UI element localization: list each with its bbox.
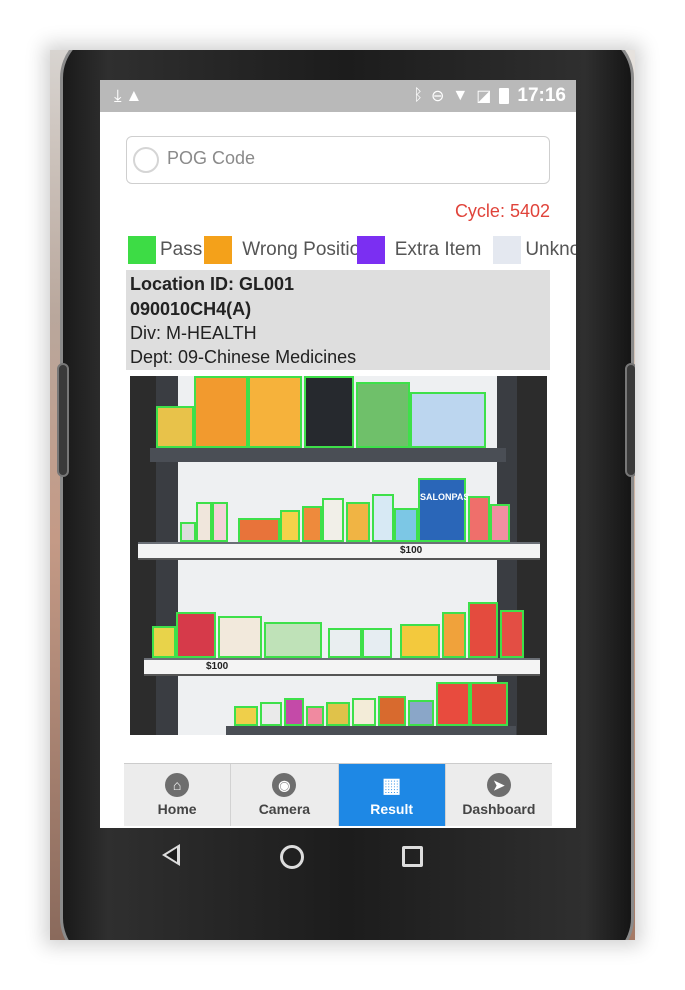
- bottom-navigation: ⌂ Home ◉ Camera ▦ Result ➤ Dashboard: [124, 763, 552, 826]
- legend-swatch-unknown: [493, 236, 522, 264]
- legend-label-wrong-position: Wrong Position: [242, 239, 371, 260]
- legend-label-pass: Pass: [160, 239, 203, 260]
- shelf-board: [150, 448, 506, 462]
- product-box: [470, 682, 508, 726]
- home-icon: ⌂: [165, 773, 190, 797]
- app-screen: ⤓▲ ᛒ ⊖ ▼ ◪ 17:16 Cycle: 5402 Pass Wrong …: [100, 80, 576, 828]
- product-box: [378, 696, 406, 726]
- product-box: [152, 626, 176, 658]
- product-box: [500, 610, 524, 658]
- product-box: [436, 682, 470, 726]
- status-bar: ⤓▲ ᛒ ⊖ ▼ ◪ 17:16: [100, 80, 576, 112]
- nav-result[interactable]: ▦ Result: [338, 764, 446, 826]
- product-box: [468, 496, 490, 542]
- do-not-disturb-icon: ⊖: [431, 88, 445, 105]
- wifi-icon: ▼: [452, 87, 469, 104]
- product-box: [156, 406, 194, 448]
- shelf-price-rail: [144, 658, 540, 676]
- back-icon-inner: [166, 848, 177, 862]
- pog-code: 090010CH4(A): [130, 299, 252, 319]
- recent-apps-icon[interactable]: [402, 846, 423, 867]
- warning-icon: ▲: [125, 86, 147, 105]
- product-box: [394, 508, 418, 542]
- salonpas-box: SALONPAS: [418, 478, 469, 542]
- home-circle-icon[interactable]: [280, 845, 304, 869]
- product-box: [468, 602, 498, 658]
- bluetooth-icon: ᛒ: [413, 87, 424, 104]
- system-navigation-bar: [150, 836, 470, 876]
- product-box: [234, 706, 258, 726]
- product-box: [176, 612, 216, 658]
- product-box: [306, 706, 324, 726]
- pog-code-input[interactable]: [165, 147, 529, 170]
- product-box: [260, 702, 282, 726]
- side-button-left: [57, 363, 69, 477]
- department: Dept: 09-Chinese Medicines: [130, 347, 357, 367]
- product-box: [346, 502, 370, 542]
- product-box: [264, 622, 322, 658]
- division: Div: M-HEALTH: [130, 323, 257, 343]
- product-box: [356, 382, 410, 448]
- side-button-right: [625, 363, 635, 477]
- location-id: Location ID: GL001: [130, 274, 295, 294]
- product-box: [302, 506, 322, 542]
- cycle-label: Cycle: 5402: [454, 201, 550, 221]
- product-box: [304, 376, 354, 448]
- nav-home[interactable]: ⌂ Home: [124, 764, 232, 826]
- product-box: [218, 616, 262, 658]
- product-box: [352, 698, 376, 726]
- nav-result-label: Result: [370, 801, 414, 817]
- legend-label-extra-item: Extra Item: [394, 239, 482, 260]
- product-box: [322, 498, 344, 542]
- search-box[interactable]: [126, 136, 550, 184]
- product-box: [372, 494, 394, 542]
- search-icon: [133, 147, 159, 173]
- product-box: [248, 376, 302, 448]
- product-box: [180, 522, 196, 542]
- nav-dashboard-label: Dashboard: [462, 801, 536, 817]
- legend: Pass Wrong Position Extra Item Unknown: [128, 235, 576, 265]
- download-icon: ⤓: [114, 86, 126, 105]
- product-box: [194, 376, 248, 448]
- product-box: [280, 510, 300, 542]
- shelf-board: [226, 726, 516, 735]
- product-box: [328, 628, 362, 658]
- product-box: [196, 502, 212, 542]
- product-box: [408, 700, 434, 726]
- grid-icon: ▦: [382, 774, 402, 797]
- clock: 17:16: [517, 85, 566, 106]
- product-box: [410, 392, 486, 448]
- no-sim-icon: ◪: [476, 88, 492, 105]
- product-box: [442, 612, 466, 658]
- product-box: [326, 702, 350, 726]
- nav-camera-label: Camera: [258, 801, 311, 817]
- location-info-panel: Location ID: GL001 090010CH4(A) Div: M-H…: [126, 270, 550, 370]
- legend-label-unknown: Unknown: [525, 239, 576, 260]
- legend-swatch-pass: [128, 236, 156, 264]
- product-box: [238, 518, 280, 542]
- nav-camera[interactable]: ◉ Camera: [231, 764, 339, 826]
- product-box: [362, 628, 392, 658]
- shelf-result-image[interactable]: SALONPAS $100 $100: [130, 376, 547, 735]
- price-tag: $100: [400, 545, 423, 556]
- nav-dashboard[interactable]: ➤ Dashboard: [445, 764, 552, 826]
- legend-swatch-wrong-position: [204, 236, 233, 264]
- navigation-icon: ➤: [486, 773, 511, 797]
- nav-home-label: Home: [157, 801, 197, 817]
- product-box: [212, 502, 228, 542]
- battery-icon: [499, 88, 510, 104]
- product-box: [284, 698, 304, 726]
- shelf-price-rail: [138, 542, 540, 560]
- camera-icon: ◉: [272, 773, 297, 797]
- legend-swatch-extra-item: [356, 236, 385, 264]
- product-box: [400, 624, 440, 658]
- price-tag: $100: [206, 661, 229, 672]
- product-box: [490, 504, 510, 542]
